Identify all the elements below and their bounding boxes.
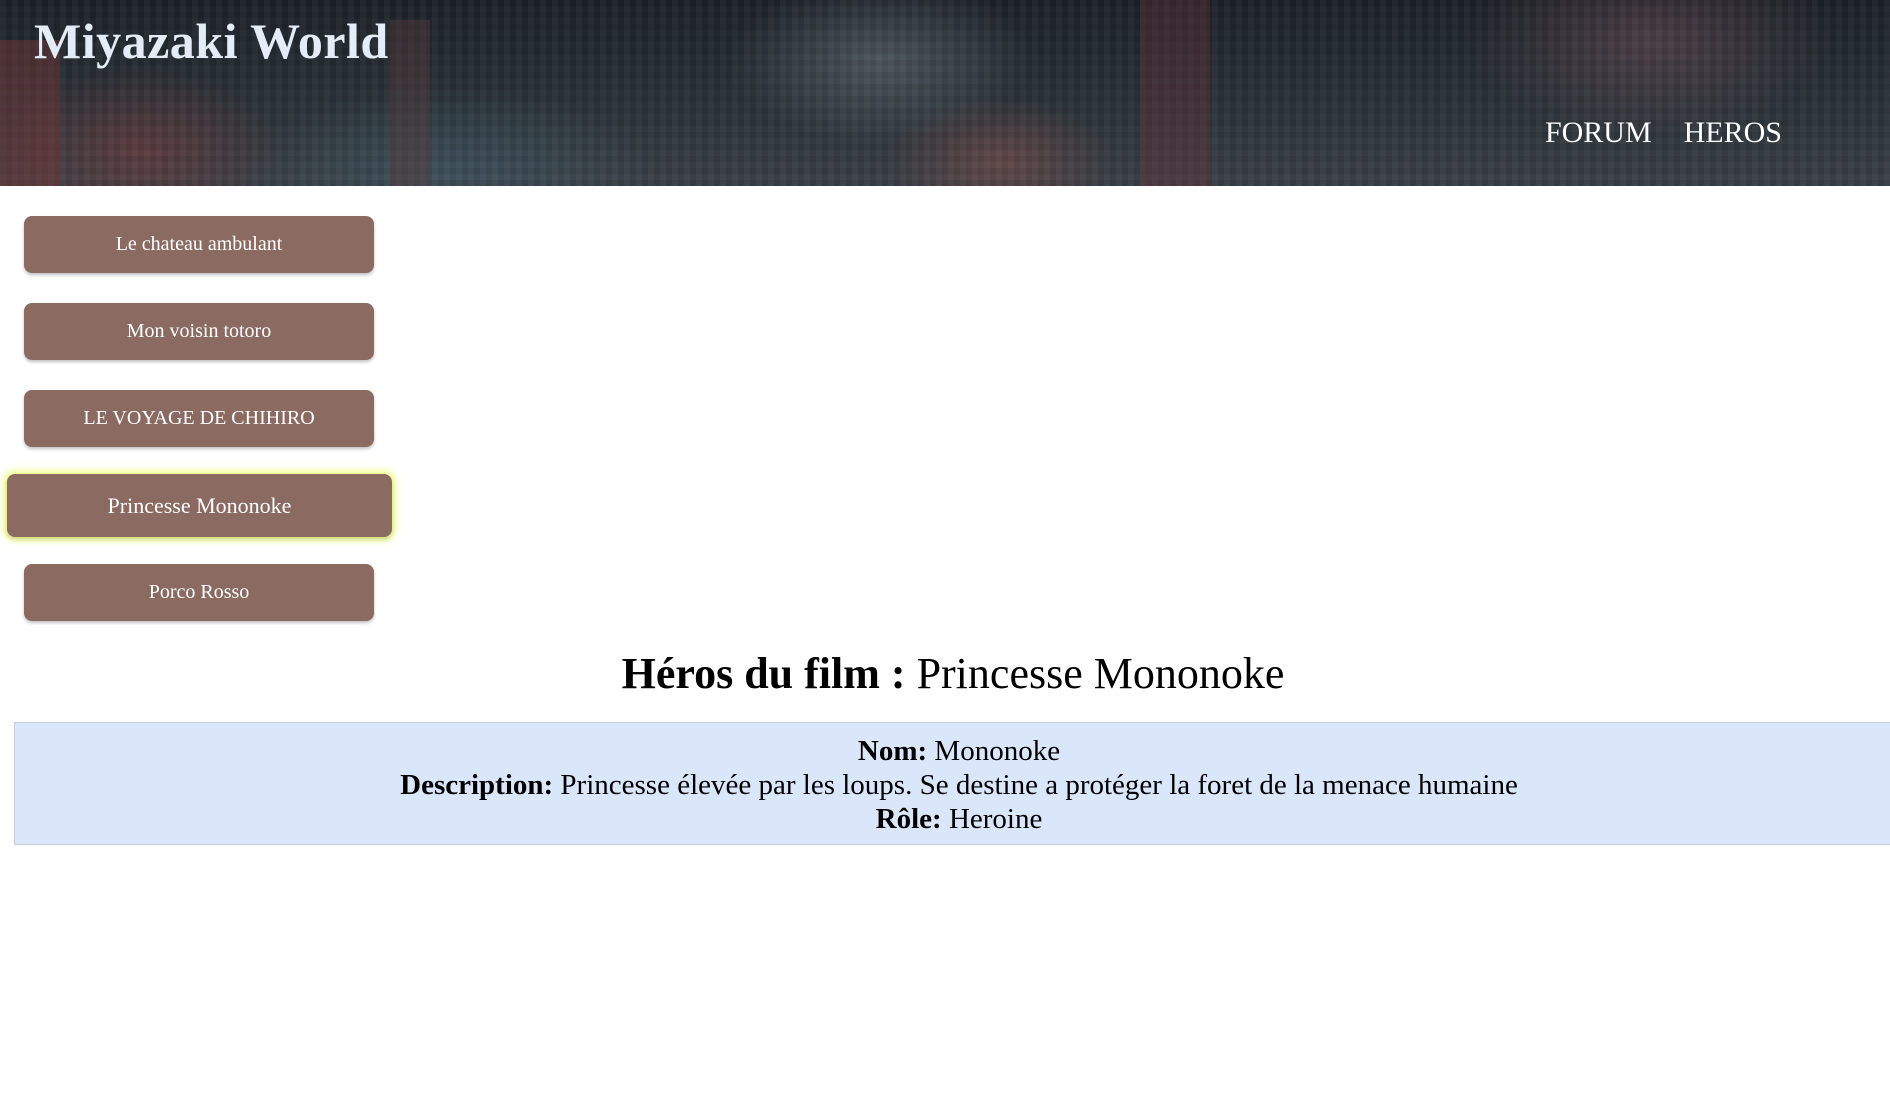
hero-description-row: Description: Princesse élevée par les lo… (15, 768, 1890, 802)
site-title: Miyazaki World (34, 13, 389, 69)
hero-role-value: Heroine (948, 803, 1043, 835)
hero-heading: Héros du film : Princesse Mononoke (0, 648, 1890, 699)
film-button-mon-voisin-totoro[interactable]: Mon voisin totoro (24, 303, 374, 360)
top-nav: FORUM HEROS (1545, 116, 1782, 150)
hero-heading-film-name: Princesse Mononoke (916, 649, 1285, 698)
film-button-porco-rosso[interactable]: Porco Rosso (24, 564, 374, 621)
film-button-chateau-ambulant[interactable]: Le chateau ambulant (24, 216, 374, 273)
background-building-shape (1140, 0, 1210, 186)
nav-link-forum[interactable]: FORUM (1545, 116, 1652, 150)
film-button-princesse-mononoke[interactable]: Princesse Mononoke (7, 474, 392, 537)
hero-description-label: Description: (400, 769, 554, 801)
hero-description-value: Princesse élevée par les loups. Se desti… (560, 769, 1518, 801)
hero-name-label: Nom: (857, 735, 928, 767)
background-building-shape (390, 20, 430, 186)
hero-name-value: Mononoke (934, 735, 1061, 767)
nav-link-heros[interactable]: HEROS (1684, 116, 1782, 150)
hero-heading-label: Héros du film : (621, 649, 906, 698)
hero-role-row: Rôle: Heroine (15, 802, 1890, 836)
hero-role-label: Rôle: (875, 803, 942, 835)
header-banner: Miyazaki World FORUM HEROS (0, 0, 1890, 186)
film-button-voyage-de-chihiro[interactable]: LE VOYAGE DE CHIHIRO (24, 390, 374, 447)
hero-name-row: Nom: Mononoke (15, 734, 1890, 768)
hero-info-card: Nom: Mononoke Description: Princesse éle… (14, 722, 1890, 845)
